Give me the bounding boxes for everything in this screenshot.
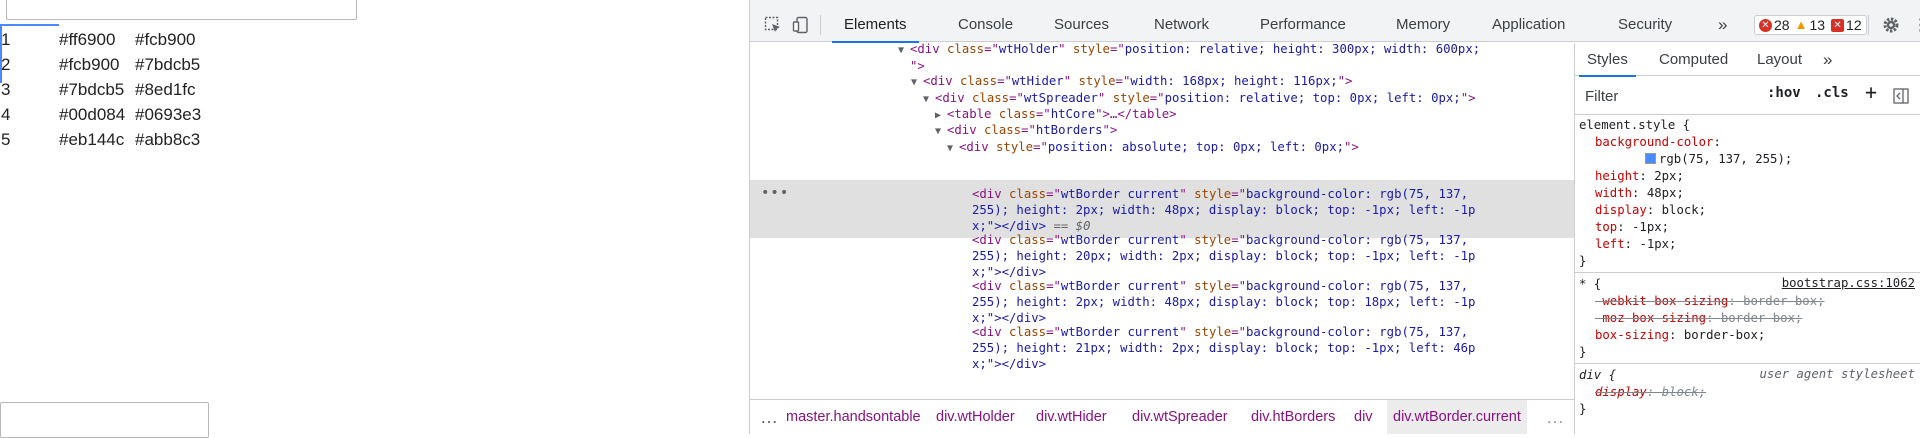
rule-close-brace: }: [1579, 254, 1587, 268]
collapse-triangle-icon[interactable]: ▼: [898, 43, 910, 61]
style-property[interactable]: box-sizing: border-box;: [1595, 327, 1765, 344]
stylesheet-source-link[interactable]: bootstrap.css:1062: [1782, 276, 1915, 290]
styles-sidebar: Styles Computed Layout » :hov .cls + ele…: [1574, 43, 1920, 434]
breadcrumb-item[interactable]: div.htBorders: [1251, 400, 1335, 434]
tab-layout[interactable]: Layout: [1757, 43, 1802, 76]
devtools-panel: Elements Console Sources Network Perform…: [749, 0, 1920, 434]
breadcrumb: … master.handsontable div.wtHolder div.w…: [750, 399, 1574, 434]
warning-count: 13: [1809, 17, 1826, 33]
class-toggle[interactable]: .cls: [1815, 85, 1849, 101]
element-style-selector[interactable]: element.style {: [1579, 117, 1690, 134]
inspect-element-icon[interactable]: [762, 14, 784, 36]
styles-filter-input[interactable]: [1583, 83, 1753, 109]
dom-tree: ••• ▼ <div class="wtHolder" style="positi…: [750, 43, 1574, 399]
more-tabs-chevron-icon[interactable]: »: [1718, 7, 1727, 42]
toolbar-divider: [1868, 15, 1869, 35]
rule-close-brace: }: [1579, 402, 1587, 416]
tab-performance[interactable]: Performance: [1260, 7, 1346, 42]
breadcrumb-overflow-icon[interactable]: …: [760, 400, 778, 434]
new-rule-plus-icon[interactable]: +: [1865, 80, 1877, 104]
cell-color-b[interactable]: #abb8c3: [135, 127, 200, 152]
style-property-overridden[interactable]: -webkit-box-sizing: border-box;: [1595, 293, 1825, 310]
selection-border-left: [0, 24, 2, 83]
cell-color-a[interactable]: #ff6900: [59, 27, 141, 52]
collapse-triangle-icon[interactable]: ▼: [923, 90, 935, 110]
rule-close-brace: }: [1579, 345, 1587, 359]
dom-node-wtholder[interactable]: ▼ <div class="wtHolder" style="position: …: [898, 43, 1480, 59]
node-actions-ellipsis-icon[interactable]: •••: [761, 185, 789, 201]
cell-color-a[interactable]: #fcb900: [59, 52, 141, 77]
style-property[interactable]: background-color:: [1595, 134, 1721, 151]
toggle-sidebar-icon[interactable]: [1893, 88, 1909, 109]
universal-selector[interactable]: * {: [1579, 276, 1601, 293]
more-sidebar-tabs-chevron-icon[interactable]: »: [1823, 43, 1832, 76]
styles-filter-bar: :hov .cls +: [1575, 77, 1920, 115]
row-number[interactable]: 4: [0, 102, 58, 127]
top-text-input[interactable]: [6, 0, 357, 20]
cell-color-b[interactable]: #7bdcb5: [135, 52, 200, 77]
collapse-triangle-icon[interactable]: ▼: [935, 122, 947, 142]
rule-divider: [1575, 363, 1920, 364]
dom-node-div-absolute[interactable]: ▼ <div style="position: absolute; top: 0p…: [947, 137, 1359, 157]
selection-border-top: [0, 24, 59, 26]
cell-color-a[interactable]: #00d084: [59, 102, 141, 127]
collapse-triangle-icon[interactable]: ▼: [911, 73, 923, 93]
breadcrumb-item[interactable]: div.wtHider: [1036, 400, 1107, 434]
error-icon: ✕: [1759, 18, 1772, 32]
devtools-tabbar: Elements Console Sources Network Perform…: [750, 7, 1920, 43]
row-number[interactable]: 1: [0, 27, 58, 52]
style-property[interactable]: height: 2px;: [1595, 168, 1684, 185]
tab-styles[interactable]: Styles: [1579, 43, 1636, 77]
tab-sources[interactable]: Sources: [1054, 7, 1109, 42]
device-toolbar-icon[interactable]: [790, 14, 812, 36]
div-selector[interactable]: div {: [1579, 367, 1616, 384]
style-property[interactable]: top: -1px;: [1595, 219, 1669, 236]
style-property[interactable]: display: block;: [1595, 202, 1706, 219]
style-property-value[interactable]: rgb(75, 137, 255);: [1645, 151, 1792, 168]
issues-counter[interactable]: ✕ 28 ▲ 13 ✕ 12: [1754, 15, 1867, 35]
row-number[interactable]: 3: [0, 77, 58, 102]
page-viewport: 1 #ff6900 #fcb900 2 #fcb900 #7bdcb5 3 #7…: [0, 0, 749, 438]
devtools-top-strip: [750, 0, 1920, 7]
style-property[interactable]: width: 48px;: [1595, 185, 1684, 202]
hover-state-toggle[interactable]: :hov: [1767, 85, 1801, 101]
tab-memory[interactable]: Memory: [1396, 7, 1450, 42]
style-property[interactable]: left: -1px;: [1595, 236, 1676, 253]
row-number[interactable]: 2: [0, 52, 58, 77]
breadcrumb-item[interactable]: div.wtSpreader: [1132, 400, 1228, 434]
breadcrumb-item-current[interactable]: div.wtBorder.current: [1387, 400, 1527, 434]
style-rules: element.style { background-color: rgb(75…: [1575, 116, 1920, 434]
settings-gear-icon[interactable]: [1880, 14, 1902, 36]
color-swatch[interactable]: [1645, 153, 1656, 164]
breadcrumb-item[interactable]: div.wtHolder: [936, 400, 1015, 434]
toolbar-divider: [820, 15, 821, 35]
breadcrumb-item[interactable]: master.handsontable: [786, 400, 921, 434]
rule-divider: [1575, 272, 1920, 273]
collapse-triangle-icon[interactable]: ▼: [947, 139, 959, 159]
tab-application[interactable]: Application: [1492, 7, 1565, 42]
cell-color-b[interactable]: #8ed1fc: [135, 77, 196, 102]
cell-color-a[interactable]: #eb144c: [59, 127, 141, 152]
bottom-text-input[interactable]: [0, 402, 209, 438]
cell-color-a[interactable]: #7bdcb5: [59, 77, 141, 102]
sidebar-tabbar: Styles Computed Layout »: [1575, 43, 1920, 77]
cell-color-b[interactable]: #fcb900: [135, 27, 196, 52]
tab-security[interactable]: Security: [1618, 7, 1672, 42]
style-property-overridden[interactable]: display: block;: [1595, 384, 1706, 401]
warning-icon: ▲: [1794, 17, 1808, 32]
issue-count: 12: [1846, 17, 1862, 33]
cell-color-b[interactable]: #0693e3: [135, 102, 201, 127]
breadcrumb-overflow-icon[interactable]: …: [1546, 400, 1564, 434]
tab-network[interactable]: Network: [1154, 7, 1209, 42]
row-number[interactable]: 5: [0, 127, 58, 152]
tab-console[interactable]: Console: [958, 7, 1013, 42]
tab-computed[interactable]: Computed: [1659, 43, 1728, 76]
breadcrumb-item[interactable]: div: [1354, 400, 1373, 434]
user-agent-source: user agent stylesheet: [1759, 367, 1915, 381]
tab-elements[interactable]: Elements: [832, 7, 918, 43]
more-options-icon[interactable]: [1910, 14, 1920, 36]
style-property-overridden[interactable]: -moz-box-sizing: border-box;: [1595, 310, 1802, 327]
issue-flag-icon: ✕: [1831, 18, 1845, 32]
error-count: 28: [1774, 17, 1790, 33]
